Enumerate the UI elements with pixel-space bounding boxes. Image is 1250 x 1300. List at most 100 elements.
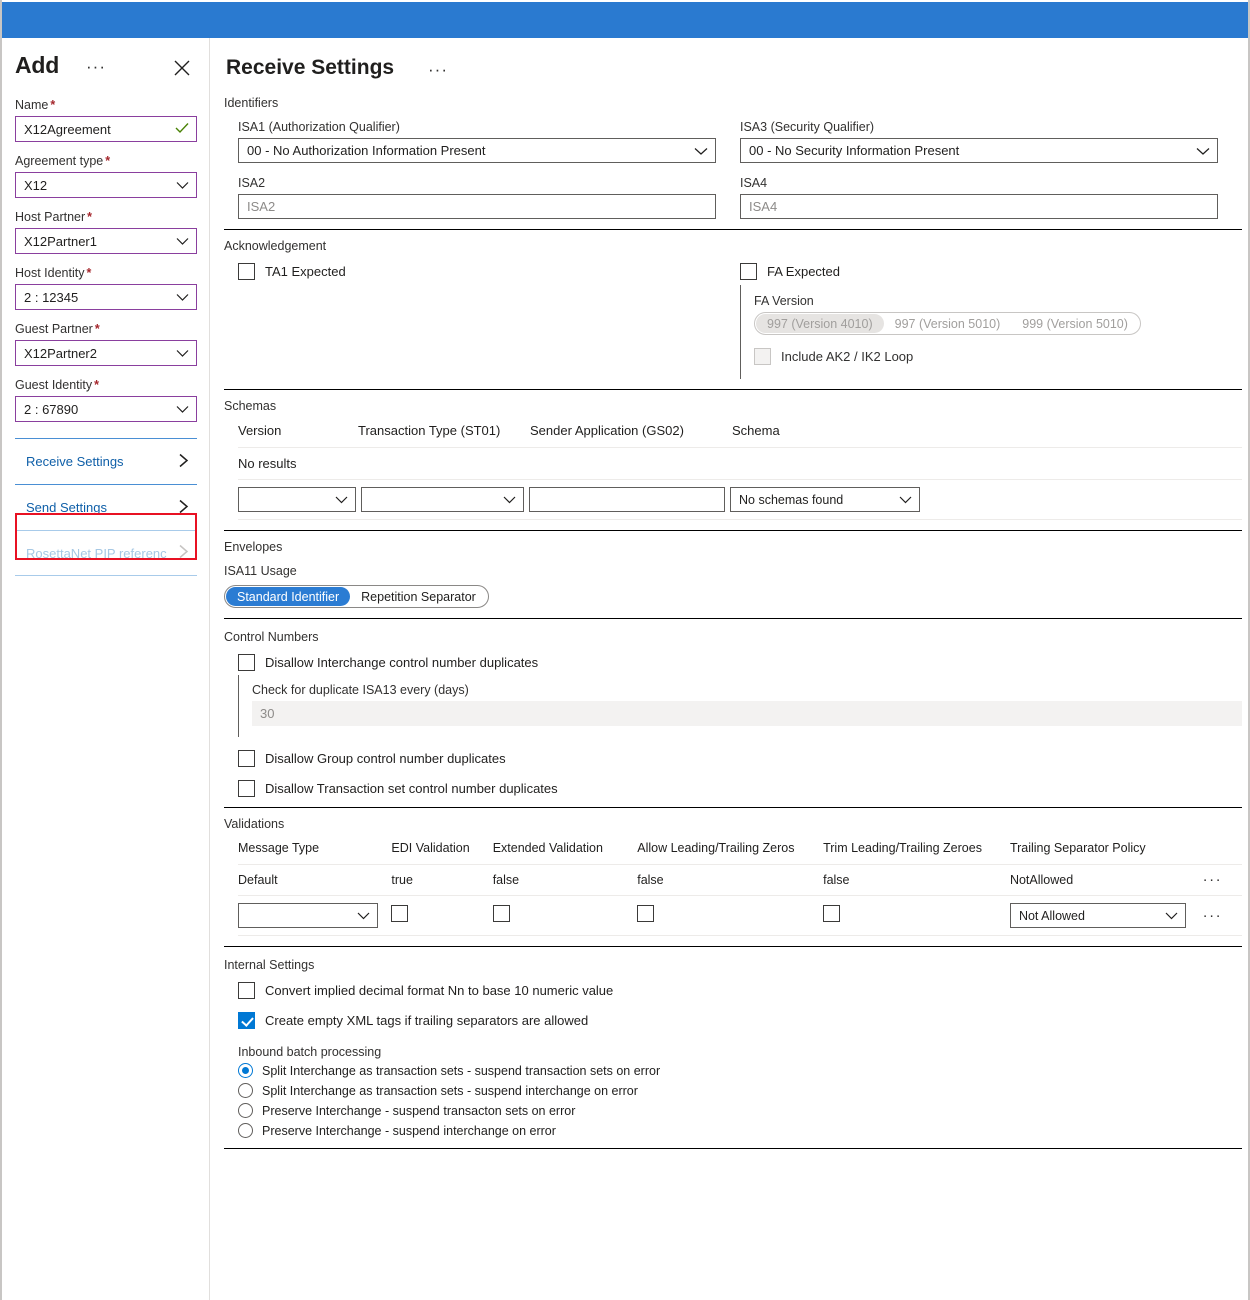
chevron-right-icon [176,496,192,519]
radio-split-suspend-transaction-sets[interactable]: Split Interchange as transaction sets - … [238,1063,1242,1078]
convert-implied-decimal-checkbox[interactable]: Convert implied decimal format Nn to bas… [238,982,1242,999]
field-guest-partner: Guest Partner* X12Partner2 [15,322,196,366]
checkbox-label: Disallow Interchange control number dupl… [265,655,538,670]
schema-sender-application-input[interactable] [529,487,725,512]
sidebar-item-send-settings[interactable]: Send Settings [15,484,197,530]
column-header-edi-validation: EDI Validation [391,841,492,855]
column-header-actions [1203,841,1242,855]
column-header-allow-zeros: Allow Leading/Trailing Zeros [637,841,823,855]
new-row-actions-menu-icon[interactable]: ··· [1203,912,1242,920]
chevron-right-icon [176,542,192,565]
schemas-empty-row: No results [238,447,1242,479]
fa-version-choice-group: 997 (Version 4010) 997 (Version 5010) 99… [754,312,1141,335]
fa-version-option-999-5010: 999 (Version 5010) [1011,314,1139,333]
field-agreement-type: Agreement type* X12 [15,154,196,198]
agreement-type-select[interactable]: X12 [15,172,197,198]
required-asterisk: * [94,378,99,392]
edi-validation-checkbox[interactable] [391,905,408,922]
isa13-days-input: 30 [252,701,1242,726]
allow-zeros-checkbox[interactable] [637,905,654,922]
section-title: Control Numbers [224,630,1242,644]
section-validations: Validations Message Type EDI Validation … [224,808,1242,947]
chevron-down-icon [694,143,708,158]
azure-top-bar [2,2,1248,38]
checkbox-box [238,654,255,671]
close-icon[interactable] [172,58,192,78]
guest-partner-select[interactable]: X12Partner2 [15,340,197,366]
row-actions-menu-icon[interactable]: ··· [1203,876,1242,884]
schema-select[interactable]: No schemas found [730,487,920,512]
section-schemas: Schemas Version Transaction Type (ST01) … [224,390,1242,531]
chevron-down-icon [503,493,516,507]
chevron-down-icon [176,346,189,361]
host-identity-select[interactable]: 2 : 12345 [15,284,197,310]
field-label-guest-identity: Guest Identity* [15,378,196,392]
trailing-separator-policy-select[interactable]: Not Allowed [1010,903,1186,928]
disallow-transaction-set-duplicates-checkbox[interactable]: Disallow Transaction set control number … [238,780,1242,797]
checkbox-label: FA Expected [767,264,840,279]
isa4-input[interactable]: ISA4 [740,194,1218,219]
checkbox-label: Convert implied decimal format Nn to bas… [265,983,613,998]
section-title: Envelopes [224,540,1242,554]
cell-extended-validation: false [493,873,638,887]
ta1-group: TA1 Expected [238,263,716,379]
required-asterisk: * [95,322,100,336]
column-header-schema: Schema [732,423,932,438]
required-asterisk: * [50,98,55,112]
fa-group: FA Expected FA Version 997 (Version 4010… [740,263,1218,379]
disallow-interchange-duplicates-checkbox[interactable]: Disallow Interchange control number dupl… [238,654,1242,671]
column-header-message-type: Message Type [238,841,391,855]
isa2-input[interactable]: ISA2 [238,194,716,219]
section-title: Validations [224,817,1242,831]
sidebar-item-label: Receive Settings [15,454,124,469]
schemas-table-header: Version Transaction Type (ST01) Sender A… [238,423,1242,447]
disallow-group-duplicates-checkbox[interactable]: Disallow Group control number duplicates [238,750,1242,767]
isa1-select[interactable]: 00 - No Authorization Information Presen… [238,138,716,163]
guest-identity-select[interactable]: 2 : 67890 [15,396,197,422]
inbound-batch-processing-label: Inbound batch processing [238,1045,1242,1059]
checkbox-label: Create empty XML tags if trailing separa… [265,1013,588,1028]
radio-split-suspend-interchange[interactable]: Split Interchange as transaction sets - … [238,1083,1242,1098]
message-type-select[interactable] [238,903,378,928]
fa-version-label: FA Version [754,294,1250,308]
cell-trailing-separator-policy: NotAllowed [1010,873,1203,887]
section-title: Identifiers [224,96,1242,110]
section-internal-settings: Internal Settings Convert implied decima… [224,947,1242,1149]
create-empty-xml-tags-checkbox[interactable]: Create empty XML tags if trailing separa… [238,1012,1242,1029]
extended-validation-checkbox[interactable] [493,905,510,922]
isa3-select[interactable]: 00 - No Security Information Present [740,138,1218,163]
field-label-guest-partner: Guest Partner* [15,322,196,336]
validations-table-header: Message Type EDI Validation Extended Val… [238,841,1242,864]
blade-nav-list: Receive Settings Send Settings RosettaNe… [15,438,197,576]
isa1-label: ISA1 (Authorization Qualifier) [238,120,716,134]
chevron-down-icon [176,290,189,305]
name-input[interactable]: X12Agreement [15,116,197,142]
schema-version-select[interactable] [238,487,356,512]
section-title: Acknowledgement [224,239,1242,253]
radio-preserve-suspend-transaction-sets[interactable]: Preserve Interchange - suspend transacto… [238,1103,1242,1118]
panel-more-icon[interactable]: ··· [428,65,448,75]
blade-more-icon[interactable]: ··· [86,62,106,72]
schema-transaction-type-select[interactable] [361,487,524,512]
radio-label: Preserve Interchange - suspend interchan… [262,1124,556,1138]
fa-expected-checkbox[interactable]: FA Expected [740,263,1218,280]
chevron-down-icon [357,909,370,923]
chevron-down-icon [1165,909,1178,923]
ta1-expected-checkbox[interactable]: TA1 Expected [238,263,716,280]
host-partner-select[interactable]: X12Partner1 [15,228,197,254]
column-header-trim-zeros: Trim Leading/Trailing Zeroes [823,841,1010,855]
isa11-usage-choice-group[interactable]: Standard Identifier Repetition Separator [224,585,489,608]
column-header-extended-validation: Extended Validation [493,841,638,855]
radio-label: Preserve Interchange - suspend transacto… [262,1104,575,1118]
isa11-option-repetition-separator[interactable]: Repetition Separator [350,587,487,606]
sidebar-item-receive-settings[interactable]: Receive Settings [15,438,197,484]
radio-preserve-suspend-interchange[interactable]: Preserve Interchange - suspend interchan… [238,1123,1242,1138]
section-identifiers: Identifiers ISA1 (Authorization Qualifie… [224,94,1242,230]
isa11-option-standard-identifier[interactable]: Standard Identifier [226,587,350,606]
required-asterisk: * [87,210,92,224]
no-results-text: No results [238,448,297,479]
required-asterisk: * [105,154,110,168]
section-envelopes: Envelopes ISA11 Usage Standard Identifie… [224,531,1242,619]
trim-zeros-checkbox[interactable] [823,905,840,922]
column-header-version: Version [238,423,358,438]
